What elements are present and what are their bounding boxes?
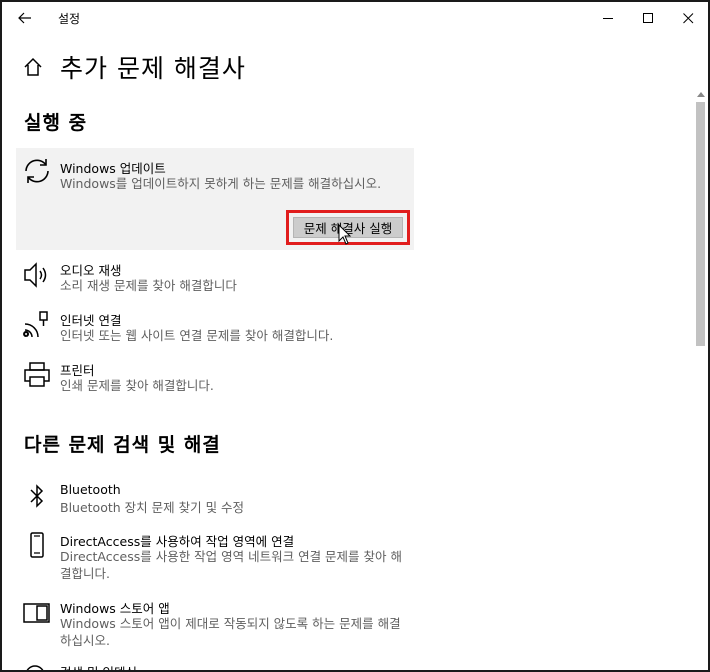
home-button[interactable] [22, 56, 44, 78]
back-arrow-icon [18, 12, 31, 24]
minimize-icon [602, 17, 613, 19]
item-desc: Windows를 업데이트하지 못하게 하는 문제를 해결하십시오. [60, 176, 382, 191]
network-icon [23, 311, 48, 338]
close-button[interactable] [666, 2, 708, 34]
troubleshooter-store-apps[interactable]: Windows 스토어 앱 Windows 스토어 앱이 제대로 작동되지 않도… [16, 598, 414, 650]
app-title: 설정 [58, 12, 81, 26]
store-app-icon [23, 603, 50, 623]
troubleshooter-audio[interactable]: 오디오 재생 소리 재생 문제를 찾아 해결합니다 [16, 260, 414, 296]
mouse-cursor-icon [338, 224, 352, 245]
section-heading-other: 다른 문제 검색 및 해결 [24, 434, 221, 456]
item-desc: DirectAccess를 사용한 작업 영역 네트워크 연결 문제를 찾아 해… [60, 549, 403, 581]
page-title: 추가 문제 해결사 [60, 54, 246, 83]
troubleshooter-search[interactable]: 검색 및 인덱싱 [16, 662, 414, 670]
refresh-icon [25, 159, 49, 183]
item-desc: Windows 스토어 앱이 제대로 작동되지 않도록 하는 문제를 해결하십시… [60, 616, 401, 648]
maximize-button[interactable] [626, 2, 670, 34]
close-icon [682, 12, 693, 23]
troubleshooter-printer[interactable]: 프린터 인쇄 문제를 찾아 해결합니다. [16, 360, 414, 396]
item-desc: Bluetooth 장치 문제 찾기 및 수정 [60, 500, 245, 515]
minimize-button[interactable] [586, 2, 630, 34]
troubleshooter-directaccess[interactable]: DirectAccess를 사용하여 작업 영역에 연결 DirectAcces… [16, 531, 414, 583]
printer-icon [24, 362, 50, 387]
troubleshooter-bluetooth[interactable]: Bluetooth Bluetooth 장치 문제 찾기 및 수정 [16, 482, 414, 518]
scroll-up-button[interactable] [694, 88, 708, 100]
item-desc: 인쇄 문제를 찾아 해결합니다. [60, 378, 214, 393]
item-desc: 인터넷 또는 웹 사이트 연결 문제를 찾아 해결합니다. [60, 328, 334, 343]
search-icon [26, 665, 44, 670]
chevron-up-icon [697, 92, 705, 97]
item-desc: 소리 재생 문제를 찾아 해결합니다 [60, 278, 237, 293]
back-button[interactable] [8, 4, 42, 32]
troubleshooter-windows-update[interactable]: Windows 업데이트 Windows를 업데이트하지 못하게 하는 문제를 … [16, 148, 414, 250]
phone-icon [30, 532, 44, 558]
item-name: Bluetooth [60, 482, 121, 497]
title-bar: 설정 [2, 2, 708, 34]
troubleshooter-internet[interactable]: 인터넷 연결 인터넷 또는 웹 사이트 연결 문제를 찾아 해결합니다. [16, 310, 414, 346]
settings-window: 설정 추가 문제 해결사 실행 중 Windows 업데이트 Windows를 … [0, 0, 710, 672]
section-heading-running: 실행 중 [24, 112, 88, 134]
bluetooth-icon [30, 484, 44, 508]
speaker-icon [24, 262, 47, 288]
maximize-icon [642, 12, 653, 23]
scrollbar-thumb[interactable] [696, 102, 705, 346]
item-name: 검색 및 인덱싱 [60, 662, 137, 670]
home-icon [24, 57, 42, 76]
